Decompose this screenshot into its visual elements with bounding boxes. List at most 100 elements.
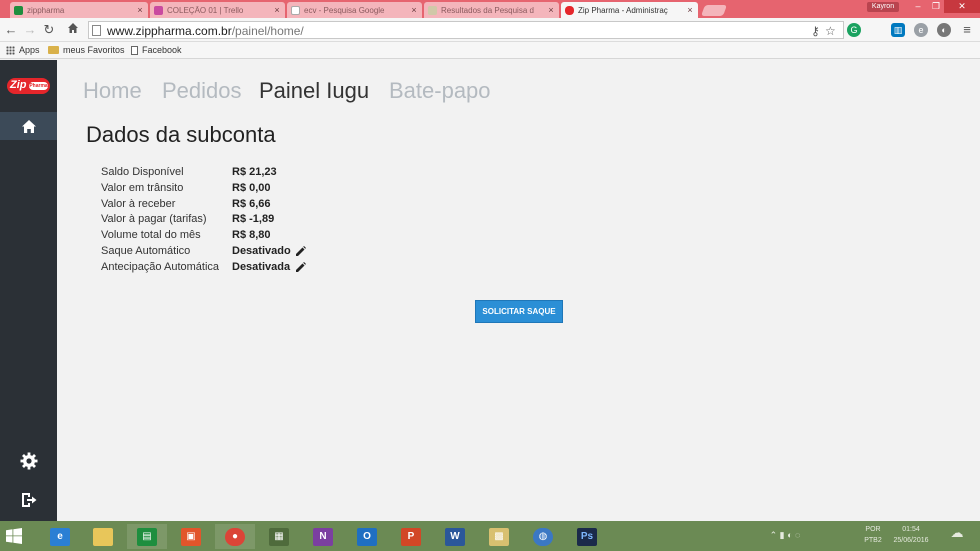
sidebar-item-logout[interactable] xyxy=(0,487,57,513)
close-icon[interactable]: × xyxy=(272,5,282,15)
windows-start-icon[interactable] xyxy=(6,528,22,544)
store-icon: ▣ xyxy=(181,527,201,546)
row-label: Valor à pagar (tarifas) xyxy=(101,213,207,225)
onenote-icon: N xyxy=(313,527,333,546)
row-label: Saldo Disponível xyxy=(101,166,184,178)
taskbar-powerpoint[interactable]: P xyxy=(391,524,431,549)
sheets-icon: ▤ xyxy=(137,527,157,546)
bookmarks-bar: Apps meus Favoritos Facebook xyxy=(0,42,980,59)
photos-icon: ▩ xyxy=(489,527,509,546)
apps-icon xyxy=(6,45,15,55)
taskbar-store[interactable]: ▣ xyxy=(171,524,211,549)
sheets-icon xyxy=(14,5,23,15)
bookmark-label: meus Favoritos xyxy=(63,45,125,55)
close-window-icon[interactable]: ✕ xyxy=(944,0,980,13)
pencil-icon[interactable] xyxy=(295,262,306,273)
url-host: www.zippharma.com.br xyxy=(107,24,232,38)
row-value: R$ -1,89 xyxy=(232,213,275,225)
taskbar-outlook[interactable]: O xyxy=(347,524,387,549)
new-tab-button[interactable] xyxy=(700,5,728,16)
row-value: R$ 0,00 xyxy=(232,182,271,194)
taskbar-app[interactable]: ▦ xyxy=(259,524,299,549)
nav-painel-iugu[interactable]: Painel Iugu xyxy=(259,78,369,104)
close-icon[interactable]: × xyxy=(546,5,556,15)
folder-icon xyxy=(48,46,59,54)
row-label: Valor em trânsito xyxy=(101,182,184,194)
search-result-icon xyxy=(428,5,437,15)
row-value: Desativada xyxy=(232,261,291,273)
user-badge[interactable]: Kayron xyxy=(867,2,899,12)
folder-icon xyxy=(93,527,113,546)
home-icon xyxy=(21,119,36,133)
nav-bate-papo[interactable]: Bate-papo xyxy=(389,78,491,104)
url-path: /painel/home/ xyxy=(231,24,304,38)
nav-home[interactable]: Home xyxy=(83,78,142,104)
tab-title: Resultados da Pesquisa d xyxy=(441,5,534,15)
back-icon[interactable]: ← xyxy=(4,22,18,38)
google-icon xyxy=(291,5,300,15)
forward-icon[interactable]: → xyxy=(23,22,37,38)
solicitar-saque-button[interactable]: SOLICITAR SAQUE xyxy=(475,300,563,323)
windows-taskbar: e ▤ ▣ ● ▦ N O P W ▩ ◍ Ps ⌃ ▮ ◐ ◌ POR PTB… xyxy=(0,521,980,551)
taskbar-network[interactable]: ◍ xyxy=(523,524,563,549)
maximize-icon[interactable]: ❐ xyxy=(928,0,944,13)
nav-pedidos[interactable]: Pedidos xyxy=(162,78,242,104)
taskbar-onenote[interactable]: N xyxy=(303,524,343,549)
photoshop-icon: Ps xyxy=(577,527,597,546)
sidebar: Zip Pharma xyxy=(0,60,57,521)
chrome-icon: ● xyxy=(225,527,245,546)
outlook-icon: O xyxy=(357,527,377,546)
clock-time: 01:54 xyxy=(902,526,920,533)
bookmark-label: Apps xyxy=(19,45,40,55)
row-label: Volume total do mês xyxy=(101,229,201,241)
taskbar-photos[interactable]: ▩ xyxy=(479,524,519,549)
menu-icon[interactable]: ≡ xyxy=(960,23,974,37)
browser-tab[interactable]: ecv - Pesquisa Google × xyxy=(287,2,422,18)
sidebar-item-settings[interactable] xyxy=(0,448,57,474)
bookmark-apps[interactable]: Apps xyxy=(6,45,40,55)
home-icon[interactable] xyxy=(66,22,80,38)
row-label: Saque Automático xyxy=(101,245,191,257)
reload-icon[interactable]: ↻ xyxy=(42,22,56,38)
star-icon[interactable]: ☆ xyxy=(825,24,836,38)
bookmark-facebook[interactable]: Facebook xyxy=(131,45,182,55)
taskbar-sheets[interactable]: ▤ xyxy=(127,524,167,549)
gear-icon xyxy=(20,452,37,470)
taskbar-word[interactable]: W xyxy=(435,524,475,549)
close-icon[interactable]: × xyxy=(685,5,695,15)
page-icon xyxy=(131,45,138,55)
browser-tab-active[interactable]: Zip Pharma - Administraç × xyxy=(561,2,698,18)
taskbar-chrome[interactable]: ● xyxy=(215,524,255,549)
minimize-icon[interactable]: – xyxy=(908,0,928,13)
grammarly-icon[interactable]: G xyxy=(847,23,861,37)
taskbar-ie[interactable]: e xyxy=(40,524,80,549)
word-icon: W xyxy=(445,527,465,546)
tray-icons[interactable]: ⌃ ▮ ◐ ◌ xyxy=(745,530,825,541)
language-indicator[interactable]: POR PTB2 xyxy=(862,524,884,546)
row-value: R$ 8,80 xyxy=(232,229,271,241)
close-icon[interactable]: × xyxy=(409,5,419,15)
clock-date: 25/06/2016 xyxy=(893,537,929,544)
extension-icon-2[interactable]: ◐ xyxy=(937,23,951,37)
row-label: Antecipação Automática xyxy=(101,261,220,273)
sidebar-item-home[interactable] xyxy=(0,112,57,140)
taskbar-explorer[interactable] xyxy=(83,524,123,549)
clock[interactable]: 01:54 25/06/2016 xyxy=(888,524,934,546)
extension-icon[interactable]: e xyxy=(914,23,928,37)
logo-subtext: Pharma xyxy=(29,82,48,90)
bookmark-label: Facebook xyxy=(142,45,182,55)
trello-icon xyxy=(154,5,163,15)
browser-tab[interactable]: COLEÇÃO 01 | Trello × xyxy=(150,2,285,18)
close-icon[interactable]: × xyxy=(135,5,145,15)
bookmark-folder[interactable]: meus Favoritos xyxy=(48,45,125,55)
trello-extension-icon[interactable]: ▥ xyxy=(891,23,905,37)
language-code: POR xyxy=(865,526,881,533)
pencil-icon[interactable] xyxy=(295,246,306,257)
browser-tab[interactable]: Resultados da Pesquisa d × xyxy=(424,2,559,18)
notification-icon[interactable]: ☁ xyxy=(944,526,970,539)
key-icon[interactable]: ⚷ xyxy=(811,24,820,38)
address-bar[interactable]: www.zippharma.com.br/painel/home/ ⚷ ☆ xyxy=(88,21,844,39)
taskbar-photoshop[interactable]: Ps xyxy=(567,524,607,549)
browser-tab[interactable]: zippharma × xyxy=(10,2,148,18)
zippharma-logo[interactable]: Zip Pharma xyxy=(7,78,50,94)
